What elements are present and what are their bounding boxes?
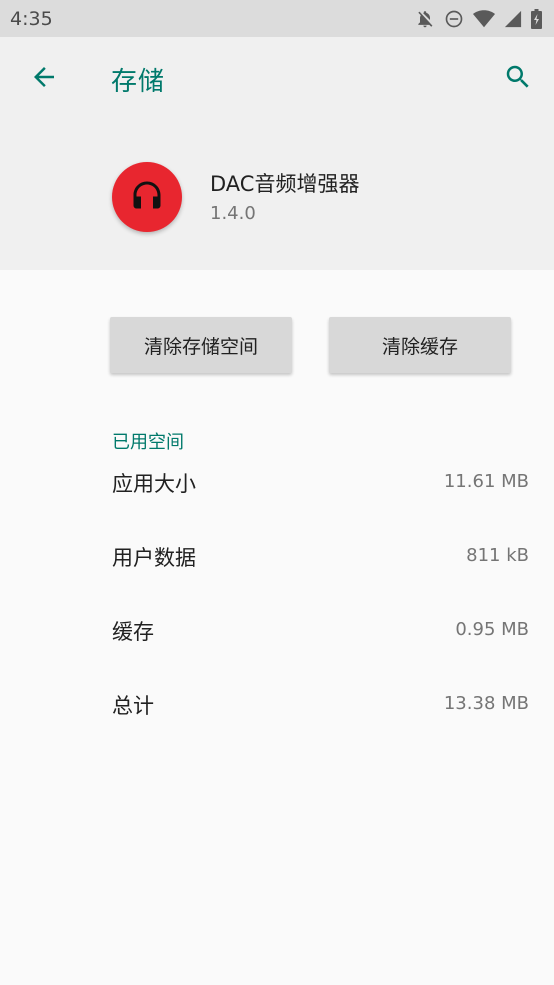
app-name: DAC音频增强器 (210, 172, 360, 196)
clear-cache-button[interactable]: 清除缓存 (329, 317, 511, 373)
do-not-disturb-icon (444, 9, 464, 29)
clear-storage-button[interactable]: 清除存储空间 (110, 317, 292, 373)
back-button[interactable] (22, 57, 66, 101)
toolbar: 存储 (0, 37, 554, 123)
battery-charging-icon (531, 8, 542, 29)
row-value: 811 kB (466, 545, 529, 566)
storage-row-app-size: 应用大小 11.61 MB (0, 468, 554, 508)
row-label: 总计 (112, 694, 154, 718)
page-title: 存储 (111, 67, 166, 97)
row-value: 0.95 MB (455, 619, 529, 640)
notifications-off-icon (415, 9, 435, 29)
row-value: 13.38 MB (443, 693, 529, 714)
status-bar: 4:35 (0, 0, 554, 37)
headphones-icon (129, 177, 165, 217)
app-icon (112, 162, 182, 232)
app-header: 存储 DAC音频增强器 1.4.0 (0, 37, 554, 270)
search-icon (503, 62, 533, 96)
row-label: 应用大小 (112, 472, 196, 496)
app-version: 1.4.0 (210, 203, 256, 224)
row-label: 缓存 (112, 620, 154, 644)
section-title: 已用空间 (112, 432, 184, 453)
storage-row-cache: 缓存 0.95 MB (0, 616, 554, 656)
status-icons (415, 8, 542, 29)
row-label: 用户数据 (112, 546, 196, 570)
wifi-icon (473, 9, 495, 29)
cellular-signal-icon (504, 10, 522, 28)
action-buttons: 清除存储空间 清除缓存 (0, 317, 554, 373)
storage-row-user-data: 用户数据 811 kB (0, 542, 554, 582)
search-button[interactable] (496, 57, 540, 101)
storage-row-total: 总计 13.38 MB (0, 690, 554, 730)
arrow-back-icon (29, 62, 59, 96)
row-value: 11.61 MB (443, 471, 529, 492)
app-info: DAC音频增强器 1.4.0 (0, 155, 554, 245)
status-time: 4:35 (10, 7, 53, 30)
